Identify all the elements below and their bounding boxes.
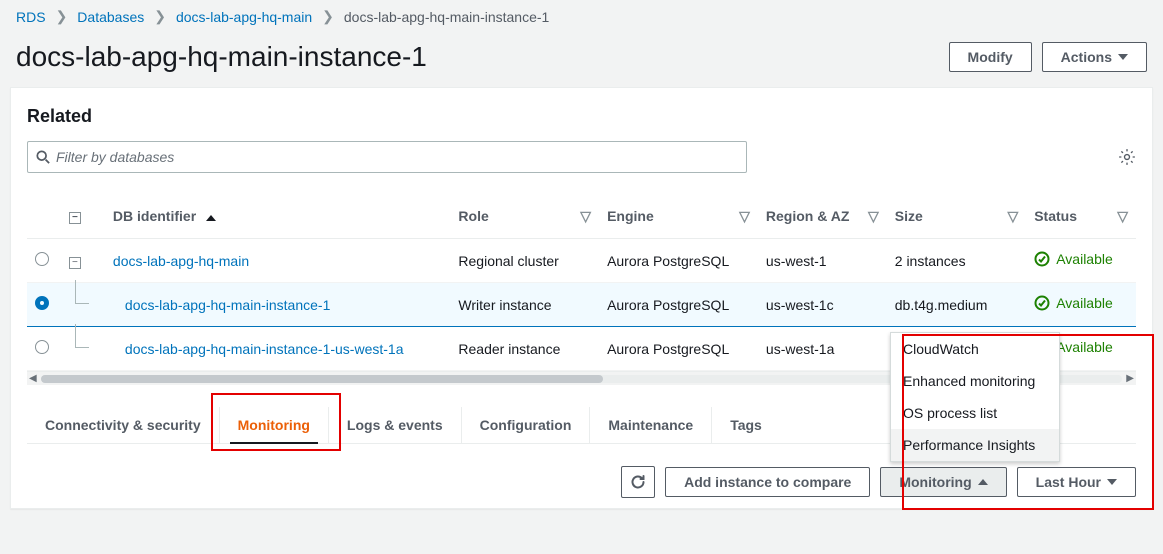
scroll-left-icon[interactable]: ◀ [29, 373, 37, 384]
time-range-label: Last Hour [1036, 474, 1101, 490]
settings-icon[interactable] [1118, 148, 1136, 166]
tab-maintenance[interactable]: Maintenance [589, 407, 711, 443]
monitoring-dropdown-label: Monitoring [899, 474, 971, 490]
cell-size: db.t4g.medium [887, 283, 1026, 327]
col-role-label: Role [458, 208, 488, 224]
cell-region: us-west-1a [758, 327, 887, 371]
menu-item-enhanced-monitoring[interactable]: Enhanced monitoring [891, 365, 1059, 397]
chevron-right-icon: ❯ [56, 8, 68, 25]
actions-button-label: Actions [1061, 49, 1112, 65]
sort-caret-icon: ▽ [1117, 207, 1128, 224]
db-link[interactable]: docs-lab-apg-hq-main [113, 253, 249, 269]
chevron-right-icon: ❯ [154, 8, 166, 25]
sort-caret-icon: ▽ [868, 207, 879, 224]
breadcrumb-current: docs-lab-apg-hq-main-instance-1 [344, 9, 549, 25]
status-badge: Available [1034, 251, 1113, 267]
sort-caret-icon: ▽ [739, 207, 750, 224]
table-row[interactable]: docs-lab-apg-hq-main-instance-1 Writer i… [27, 283, 1136, 327]
tab-tags[interactable]: Tags [711, 407, 780, 443]
tree-connector-icon [69, 340, 97, 354]
sort-caret-icon: ▽ [1007, 207, 1018, 224]
breadcrumb-databases[interactable]: Databases [77, 9, 144, 25]
expand-all-toggle[interactable]: − [69, 212, 81, 224]
col-region[interactable]: Region & AZ ▽ [758, 197, 887, 239]
cell-role: Regional cluster [450, 239, 599, 283]
cell-role: Writer instance [450, 283, 599, 327]
caret-down-icon [1107, 479, 1117, 485]
tree-connector-icon [69, 296, 97, 310]
col-status[interactable]: Status ▽ [1026, 197, 1136, 239]
cell-engine: Aurora PostgreSQL [599, 283, 758, 327]
col-db-identifier[interactable]: DB identifier [105, 197, 450, 239]
filter-input-wrapper[interactable] [27, 141, 747, 173]
menu-item-performance-insights[interactable]: Performance Insights [891, 429, 1059, 461]
col-size[interactable]: Size ▽ [887, 197, 1026, 239]
refresh-icon [630, 474, 646, 490]
row-radio[interactable] [35, 296, 49, 310]
tab-logs-events[interactable]: Logs & events [328, 407, 461, 443]
related-card: Related − DB identifier [10, 87, 1153, 509]
menu-item-cloudwatch[interactable]: CloudWatch [891, 333, 1059, 365]
time-range-dropdown-button[interactable]: Last Hour [1017, 467, 1136, 497]
col-region-label: Region & AZ [766, 208, 849, 224]
chevron-right-icon: ❯ [322, 8, 334, 25]
col-status-label: Status [1034, 208, 1077, 224]
filter-input[interactable] [56, 149, 738, 165]
caret-up-icon [978, 479, 988, 485]
search-icon [36, 150, 50, 164]
add-instance-compare-button[interactable]: Add instance to compare [665, 467, 870, 497]
cell-region: us-west-1 [758, 239, 887, 283]
cell-role: Reader instance [450, 327, 599, 371]
db-link[interactable]: docs-lab-apg-hq-main-instance-1 [125, 297, 330, 313]
sort-caret-icon: ▽ [580, 207, 591, 224]
related-title: Related [27, 106, 1136, 127]
cell-engine: Aurora PostgreSQL [599, 327, 758, 371]
breadcrumb-cluster[interactable]: docs-lab-apg-hq-main [176, 9, 312, 25]
refresh-button[interactable] [621, 466, 655, 498]
sort-asc-icon [206, 215, 216, 221]
page-header: docs-lab-apg-hq-main-instance-1 Modify A… [0, 33, 1163, 87]
row-expander[interactable]: − [69, 257, 81, 269]
cell-size: 2 instances [887, 239, 1026, 283]
actions-button[interactable]: Actions [1042, 42, 1147, 72]
monitoring-dropdown-button[interactable]: Monitoring [880, 467, 1006, 497]
col-engine-label: Engine [607, 208, 654, 224]
menu-item-os-process-list[interactable]: OS process list [891, 397, 1059, 429]
table-row[interactable]: − docs-lab-apg-hq-main Regional cluster … [27, 239, 1136, 283]
tab-monitoring[interactable]: Monitoring [219, 407, 328, 443]
row-radio[interactable] [35, 340, 49, 354]
col-engine[interactable]: Engine ▽ [599, 197, 758, 239]
row-radio[interactable] [35, 252, 49, 266]
tab-connectivity[interactable]: Connectivity & security [27, 407, 219, 443]
scroll-thumb[interactable] [41, 375, 603, 383]
check-circle-icon [1034, 251, 1050, 267]
breadcrumb: RDS ❯ Databases ❯ docs-lab-apg-hq-main ❯… [0, 0, 1163, 33]
cell-region: us-west-1c [758, 283, 887, 327]
caret-down-icon [1118, 54, 1128, 60]
monitoring-menu: CloudWatch Enhanced monitoring OS proces… [890, 332, 1060, 462]
modify-button[interactable]: Modify [949, 42, 1032, 72]
page-title: docs-lab-apg-hq-main-instance-1 [16, 41, 427, 73]
breadcrumb-rds[interactable]: RDS [16, 9, 46, 25]
col-role[interactable]: Role ▽ [450, 197, 599, 239]
scroll-right-icon[interactable]: ▶ [1126, 373, 1134, 384]
tab-configuration[interactable]: Configuration [461, 407, 590, 443]
col-size-label: Size [895, 208, 923, 224]
check-circle-icon [1034, 295, 1050, 311]
db-link[interactable]: docs-lab-apg-hq-main-instance-1-us-west-… [125, 341, 404, 357]
cell-engine: Aurora PostgreSQL [599, 239, 758, 283]
status-badge: Available [1034, 295, 1113, 311]
col-db-identifier-label: DB identifier [113, 208, 196, 224]
